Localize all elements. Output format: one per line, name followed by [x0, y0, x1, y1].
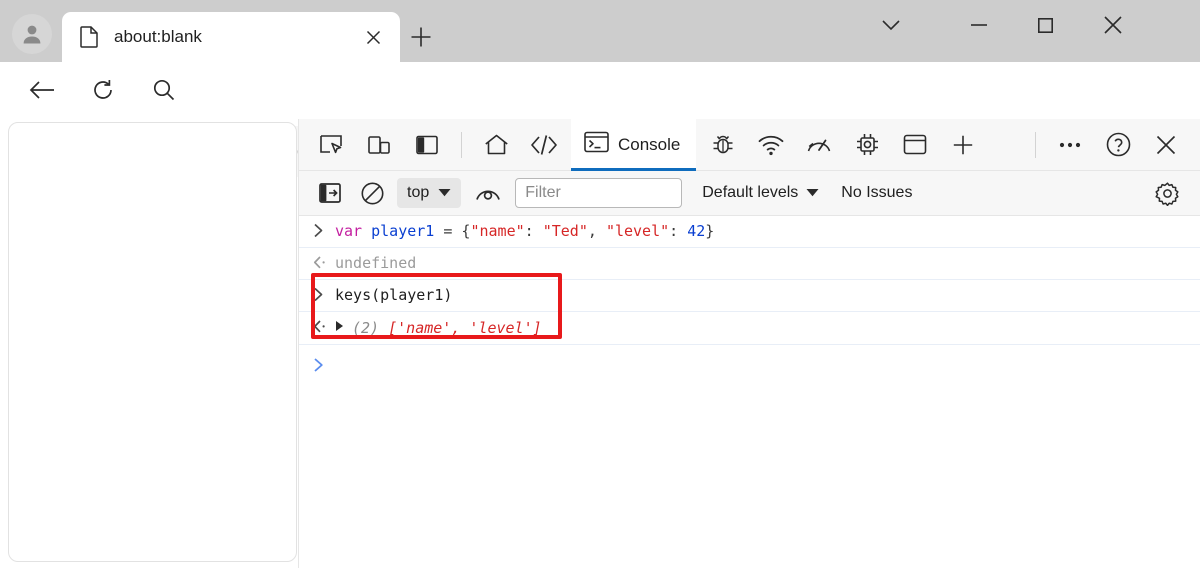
page-viewport[interactable]	[8, 122, 297, 562]
console-output[interactable]: var player1 = {"name": "Ted", "level": 4…	[299, 216, 1200, 568]
console-toolbar-right	[1146, 177, 1200, 209]
devtools-tabstrip: Console	[299, 118, 1200, 171]
new-tab-button[interactable]	[404, 20, 438, 54]
token-string: "name"	[470, 222, 525, 240]
chevron-right-prompt-icon	[313, 353, 335, 373]
memory-chip-icon[interactable]	[848, 126, 886, 164]
console-input-text: keys(player1)	[335, 286, 453, 304]
gear-settings-icon[interactable]	[1151, 177, 1183, 209]
token-punct: :	[524, 222, 543, 240]
devtools-close-icon[interactable]	[1147, 126, 1185, 164]
chevron-down-icon[interactable]	[868, 2, 914, 48]
token-punct: :	[669, 222, 688, 240]
chevron-left-return-icon	[313, 251, 335, 270]
console-input-row[interactable]: keys(player1)	[299, 280, 1200, 312]
console-input-row[interactable]: var player1 = {"name": "Ted", "level": 4…	[299, 216, 1200, 248]
more-tools-plus-icon[interactable]	[944, 126, 982, 164]
live-expression-icon[interactable]	[472, 177, 504, 209]
chevron-right-prompt-icon	[313, 283, 335, 302]
toolbar-divider-right	[1035, 131, 1036, 158]
bug-debugger-icon[interactable]	[704, 126, 742, 164]
console-result-array[interactable]: (2) ['name', 'level']	[335, 315, 542, 340]
devtools-more-icon[interactable]	[1051, 126, 1089, 164]
minimize-button[interactable]	[956, 2, 1002, 48]
log-levels-label: Default levels	[702, 184, 799, 201]
tab-console[interactable]: Console	[571, 118, 697, 171]
token-identifier: player1	[371, 222, 435, 240]
page-icon	[78, 26, 100, 48]
dock-side-icon[interactable]	[408, 126, 446, 164]
console-toolbar: top Filter Default levels No Issues	[299, 171, 1200, 216]
array-preview-text: ['name', 'level']	[388, 319, 542, 337]
console-filter-input[interactable]: Filter	[515, 178, 683, 208]
chevron-left-return-icon	[313, 315, 335, 334]
code-elements-icon[interactable]	[525, 126, 563, 164]
issues-status[interactable]: No Issues	[841, 184, 912, 202]
account-avatar-icon[interactable]	[12, 14, 52, 54]
array-preview-value	[379, 319, 388, 337]
device-emulation-icon[interactable]	[360, 126, 398, 164]
execution-context-value: top	[407, 184, 430, 201]
help-circle-icon[interactable]	[1099, 126, 1137, 164]
network-wifi-icon[interactable]	[752, 126, 790, 164]
toolbar-divider	[461, 131, 462, 158]
tab-title: about:blank	[114, 27, 202, 46]
console-filter-placeholder: Filter	[525, 184, 561, 201]
back-arrow-icon[interactable]	[24, 72, 60, 108]
window-close-button[interactable]	[1090, 2, 1136, 48]
home-icon[interactable]	[477, 126, 515, 164]
navigation-bar: about:blank	[0, 62, 1200, 177]
performance-gauge-icon[interactable]	[800, 126, 838, 164]
token-punct: ,	[587, 222, 606, 240]
execution-context-select[interactable]: top	[397, 178, 462, 208]
maximize-button[interactable]	[1022, 2, 1068, 48]
devtools-panel: Console top Filter Default levels No Iss…	[298, 118, 1200, 568]
console-result-row[interactable]: (2) ['name', 'level']	[299, 312, 1200, 345]
browser-window: about:blank Console top Filter Default l…	[0, 0, 1200, 568]
application-window-icon[interactable]	[896, 126, 934, 164]
token-number: 42	[687, 222, 706, 240]
triangle-right-expander-icon[interactable]	[335, 315, 345, 339]
token-string: "Ted"	[542, 222, 588, 240]
browser-tab[interactable]: about:blank	[62, 12, 400, 62]
clear-console-icon[interactable]	[356, 177, 388, 209]
chevron-right-prompt-icon	[313, 219, 335, 238]
console-terminal-icon	[584, 131, 609, 158]
console-prompt-row[interactable]	[299, 345, 1200, 375]
token-string: "level"	[605, 222, 670, 240]
console-input-text: var player1 = {"name": "Ted", "level": 4…	[335, 219, 714, 243]
reload-icon[interactable]	[85, 72, 121, 108]
log-levels-select[interactable]: Default levels	[702, 184, 819, 202]
token-punct: }	[705, 222, 715, 240]
console-result-undefined: undefined	[335, 254, 417, 272]
chevron-down-icon	[806, 184, 819, 202]
tab-console-label: Console	[618, 134, 681, 154]
devtools-tabstrip-right	[1025, 126, 1200, 164]
search-icon[interactable]	[146, 72, 182, 108]
title-bar: about:blank	[0, 0, 1200, 62]
token-punct: = {	[434, 222, 471, 240]
console-result-row[interactable]: undefined	[299, 248, 1200, 280]
close-icon[interactable]	[358, 22, 388, 52]
array-length-badge: (2)	[352, 319, 380, 337]
token-keyword: var	[335, 222, 372, 240]
inspect-element-icon[interactable]	[312, 126, 350, 164]
console-sidebar-icon[interactable]	[314, 177, 346, 209]
chevron-down-icon	[438, 184, 451, 202]
